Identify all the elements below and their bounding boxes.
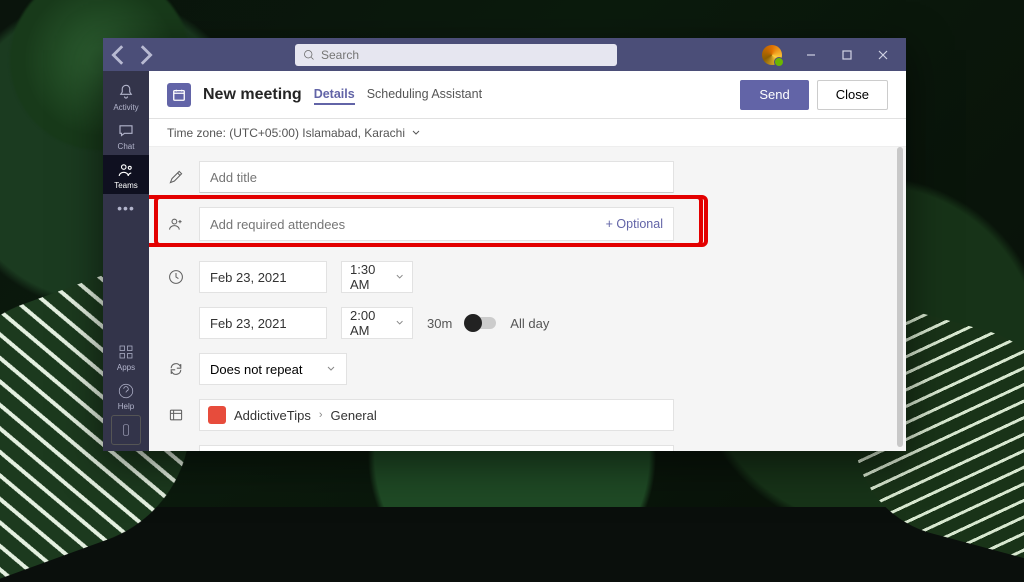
send-button[interactable]: Send	[740, 80, 808, 110]
scrollbar[interactable]	[897, 147, 903, 447]
rail-chat[interactable]: Chat	[103, 116, 149, 155]
search-box[interactable]	[295, 44, 617, 66]
channel-name: General	[331, 408, 377, 423]
help-icon	[117, 382, 135, 400]
rail-teams-label: Teams	[114, 181, 138, 190]
rail-activity-label: Activity	[113, 103, 138, 112]
nav-back-button[interactable]	[109, 44, 131, 66]
chevron-right-icon: ›	[319, 409, 323, 421]
repeat-row: Does not repeat	[167, 353, 888, 385]
search-input[interactable]	[321, 48, 609, 62]
rail-apps-label: Apps	[117, 363, 135, 372]
timezone-label: Time zone: (UTC+05:00) Islamabad, Karach…	[167, 126, 405, 140]
chevron-down-icon	[395, 318, 404, 328]
more-icon: •••	[117, 200, 135, 216]
duration-label: 30m	[427, 316, 452, 331]
timezone-row[interactable]: Time zone: (UTC+05:00) Islamabad, Karach…	[149, 119, 906, 147]
close-icon	[878, 50, 888, 60]
search-icon	[303, 49, 315, 61]
add-optional-attendees-link[interactable]: + Optional	[606, 217, 663, 231]
window-close-button[interactable]	[866, 41, 900, 69]
rail-apps[interactable]: Apps	[103, 337, 149, 376]
title-row	[167, 161, 888, 193]
minimize-icon	[806, 50, 816, 60]
title-input[interactable]	[210, 170, 663, 185]
required-attendees-input[interactable]	[210, 217, 606, 232]
all-day-label: All day	[510, 316, 549, 331]
device-icon	[119, 423, 133, 437]
all-day-toggle[interactable]	[466, 317, 496, 329]
location-row	[167, 445, 888, 451]
rail-more[interactable]: •••	[103, 194, 149, 220]
repeat-icon	[167, 361, 185, 377]
calendar-app-icon	[167, 83, 191, 107]
person-add-icon	[167, 216, 185, 232]
meeting-toolbar: New meeting Details Scheduling Assistant…	[149, 71, 906, 119]
page-title: New meeting	[203, 86, 302, 104]
meeting-form: + Optional Feb 23, 2021 1:30 AM Feb	[149, 147, 906, 451]
close-button[interactable]: Close	[817, 80, 888, 110]
recurrence-dropdown[interactable]: Does not repeat	[199, 353, 347, 385]
team-avatar-chip	[208, 406, 226, 424]
app-window: Activity Chat Teams ••• Apps	[103, 38, 906, 451]
start-datetime-row: Feb 23, 2021 1:30 AM	[167, 261, 888, 293]
chevron-right-icon	[133, 44, 155, 66]
start-time-picker[interactable]: 1:30 AM	[341, 261, 413, 293]
end-datetime-row: Feb 23, 2021 2:00 AM 30m All day	[167, 307, 888, 339]
rail-help-label: Help	[118, 402, 134, 411]
titlebar	[103, 38, 906, 71]
rail-teams[interactable]: Teams	[103, 155, 149, 194]
end-time-picker[interactable]: 2:00 AM	[341, 307, 413, 339]
calendar-icon	[172, 88, 186, 102]
tab-details[interactable]: Details	[314, 85, 355, 105]
rail-help[interactable]: Help	[103, 376, 149, 415]
chat-icon	[117, 122, 135, 140]
bell-icon	[117, 83, 135, 101]
tab-scheduling-assistant[interactable]: Scheduling Assistant	[367, 85, 482, 105]
user-avatar[interactable]	[762, 45, 782, 65]
chevron-down-icon	[326, 364, 336, 374]
attendees-row: + Optional	[167, 207, 888, 241]
channel-icon	[167, 407, 185, 423]
chevron-down-icon	[395, 272, 404, 282]
clock-icon	[167, 269, 185, 285]
nav-forward-button[interactable]	[133, 44, 155, 66]
chevron-left-icon	[109, 44, 131, 66]
start-date-picker[interactable]: Feb 23, 2021	[199, 261, 327, 293]
chevron-down-icon	[411, 128, 421, 138]
app-rail: Activity Chat Teams ••• Apps	[103, 71, 149, 451]
rail-chat-label: Chat	[118, 142, 135, 151]
channel-team-name: AddictiveTips	[234, 408, 311, 423]
channel-row: AddictiveTips › General	[167, 399, 888, 431]
main-panel: New meeting Details Scheduling Assistant…	[149, 71, 906, 451]
channel-picker[interactable]: AddictiveTips › General	[199, 399, 674, 431]
end-date-picker[interactable]: Feb 23, 2021	[199, 307, 327, 339]
window-maximize-button[interactable]	[830, 41, 864, 69]
teams-icon	[117, 161, 135, 179]
maximize-icon	[842, 50, 852, 60]
rail-activity[interactable]: Activity	[103, 77, 149, 116]
rail-device[interactable]	[111, 415, 141, 445]
pencil-icon	[167, 169, 185, 185]
apps-icon	[117, 343, 135, 361]
window-minimize-button[interactable]	[794, 41, 828, 69]
